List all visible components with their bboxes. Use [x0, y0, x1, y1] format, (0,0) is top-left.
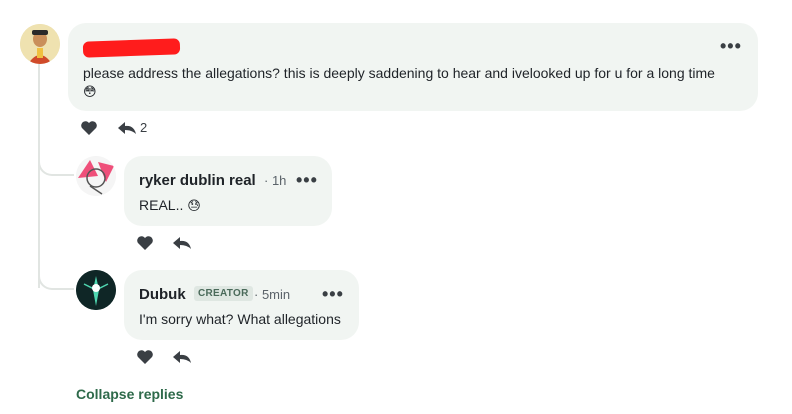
thread-line-vertical: [38, 64, 40, 288]
reply-2-text: I'm sorry what? What allegations: [139, 311, 341, 327]
avatar-image: [76, 270, 116, 310]
reply-1-avatar[interactable]: [76, 156, 116, 196]
avatar-image: [76, 156, 116, 196]
reply-2-avatar[interactable]: [76, 270, 116, 310]
top-comment-text: please address the allegations? this is …: [83, 65, 748, 81]
creator-badge: CREATOR: [194, 286, 253, 301]
reply-1-time: · 1h: [264, 173, 287, 188]
heart-icon: [137, 236, 153, 250]
collapse-replies-button[interactable]: Collapse replies: [76, 386, 183, 402]
reply-2-bubble: Dubuk CREATOR · 5min ••• I'm sorry what?…: [124, 270, 359, 340]
reply-icon: [173, 351, 191, 363]
reply-count: 2: [140, 120, 148, 135]
comment-body: REAL..: [139, 197, 184, 213]
like-button[interactable]: [136, 349, 154, 365]
reply-icon: [173, 237, 191, 249]
reply-icon: [118, 122, 136, 134]
like-button[interactable]: [80, 120, 98, 136]
emoji-flushed: 😳: [83, 84, 97, 99]
reply-button[interactable]: [117, 121, 137, 135]
reply-2-time: · 5min: [254, 287, 291, 302]
thread-line-branch-1: [38, 150, 74, 176]
emoji-sweat: 😓: [187, 198, 201, 213]
comment-body: I'm sorry what? What allegations: [139, 311, 341, 327]
like-button[interactable]: [136, 235, 154, 251]
heart-icon: [81, 121, 97, 135]
reply-1-author[interactable]: ryker dublin real: [139, 172, 256, 189]
thread-line-branch-2: [38, 264, 74, 290]
redacted-author-name: [82, 38, 181, 58]
comment-body: please address the allegations? this is …: [83, 65, 715, 81]
more-options-icon[interactable]: •••: [322, 285, 344, 303]
more-options-icon[interactable]: •••: [720, 37, 742, 55]
top-comment-bubble: ••• please address the allegations? this…: [68, 23, 758, 111]
avatar-image: [20, 24, 60, 64]
heart-icon: [137, 350, 153, 364]
reply-2-author[interactable]: Dubuk: [139, 286, 186, 303]
reply-1-text: REAL.. 😓: [139, 197, 201, 214]
reply-1-bubble: ryker dublin real · 1h ••• REAL.. 😓: [124, 156, 332, 226]
more-options-icon[interactable]: •••: [296, 171, 318, 189]
reply-button[interactable]: [172, 236, 192, 250]
reply-button[interactable]: [172, 350, 192, 364]
top-comment-avatar[interactable]: [20, 24, 60, 64]
